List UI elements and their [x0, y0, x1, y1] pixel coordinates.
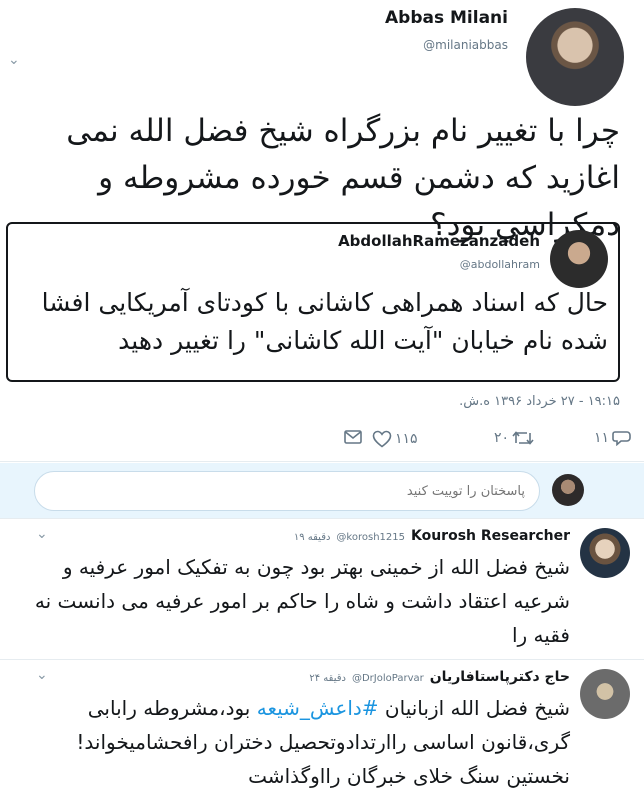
reply-author-handle[interactable]: @DrJoloParvar — [352, 673, 424, 684]
reply-time[interactable]: ۲۴ دقیقه — [309, 673, 346, 684]
reply-text: شیخ فضل الله ازبانیان #داعش_شیعه بود،مشر… — [22, 691, 570, 793]
reply-tweet[interactable]: ⌄ ۲۴ دقیقه @DrJoloParvar حاج دکترپاستافا… — [0, 661, 644, 800]
envelope-icon — [344, 430, 362, 444]
reply-text-part: شیخ فضل الله ازبانیان — [378, 696, 570, 720]
tweet-actions: ۱۱۵ ۲۰ ۱۱ — [18, 430, 632, 456]
chevron-down-icon[interactable]: ⌄ — [36, 667, 48, 683]
reply-time[interactable]: ۱۹ دقیقه — [294, 532, 331, 543]
quoted-author-name: AbdollahRamezanzadeh — [338, 232, 540, 250]
avatar[interactable] — [580, 528, 630, 578]
reply-author-name[interactable]: Kourosh Researcher — [411, 528, 570, 544]
avatar[interactable] — [526, 8, 624, 106]
reply-text: شیخ فضل الله از خمینی بهتر بود چون به تف… — [34, 555, 570, 647]
reply-button[interactable]: ۱۱ — [594, 430, 632, 446]
reply-author-handle[interactable]: @korosh1215 — [336, 532, 405, 543]
retweet-button[interactable]: ۲۰ — [494, 430, 534, 446]
avatar[interactable] — [552, 474, 584, 506]
heart-icon — [372, 430, 392, 448]
reply-tweet[interactable]: ⌄ ۱۹ دقیقه @korosh1215 Kourosh Researche… — [0, 520, 644, 660]
chevron-down-icon[interactable]: ⌄ — [8, 52, 20, 68]
hashtag-link[interactable]: #داعش_شیعه — [257, 696, 379, 720]
reply-input[interactable] — [34, 471, 540, 511]
reply-count: ۱۱ — [594, 430, 610, 446]
reply-header: ۱۹ دقیقه @korosh1215 Kourosh Researcher — [294, 528, 570, 544]
chevron-down-icon[interactable]: ⌄ — [36, 526, 48, 542]
reply-header: ۲۴ دقیقه @DrJoloParvar حاج دکترپاستافاری… — [309, 669, 570, 685]
main-tweet: ⌄ Abbas Milani @milaniabbas چرا با تغيير… — [0, 0, 644, 462]
like-count: ۱۱۵ — [395, 431, 418, 447]
dm-button[interactable] — [344, 430, 362, 444]
quoted-tweet[interactable]: AbdollahRamezanzadeh @abdollahram حال که… — [6, 222, 620, 382]
reply-author-name[interactable]: حاج دکترپاستافاریان — [430, 669, 570, 685]
avatar[interactable] — [550, 230, 608, 288]
retweet-count: ۲۰ — [494, 430, 510, 446]
like-button[interactable]: ۱۱۵ — [372, 430, 418, 448]
author-handle[interactable]: @milaniabbas — [423, 38, 508, 52]
retweet-icon — [512, 431, 534, 445]
reply-icon — [612, 431, 631, 446]
tweet-timestamp[interactable]: ۱۹:۱۵ - ۲۷ خرداد ۱۳۹۶ ه.ش. — [459, 394, 620, 409]
reply-composer — [0, 463, 644, 519]
avatar[interactable] — [580, 669, 630, 719]
quoted-tweet-text: حال که اسناد همراهی کاشانی با کودتای آمر… — [41, 288, 608, 355]
author-name[interactable]: Abbas Milani — [385, 8, 508, 28]
quoted-author-handle: @abdollahram — [459, 258, 540, 271]
